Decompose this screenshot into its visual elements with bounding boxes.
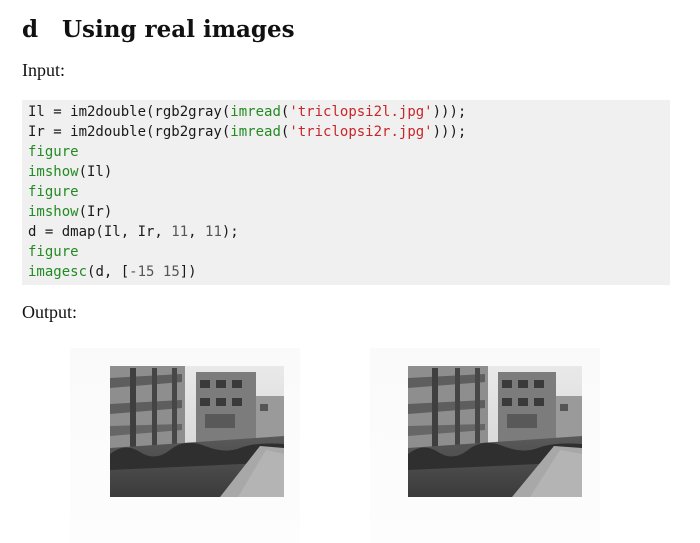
code-token: (d, [	[87, 264, 130, 280]
code-block: Il = im2double(rgb2gray(imread('triclops…	[22, 100, 670, 285]
code-token: ])	[179, 264, 197, 280]
code-token: ,	[188, 224, 206, 240]
code-line: d = dmap(Il, Ir, 11, 11);	[28, 222, 670, 242]
code-line: imagesc(d, [-15 15])	[28, 262, 670, 282]
code-token: figure	[28, 244, 79, 260]
output-figure-right	[370, 348, 600, 543]
code-token: 'triclopsi2r.jpg'	[289, 124, 433, 140]
code-token: imagesc	[28, 264, 88, 280]
code-token: Ir = im2double(rgb2gray(	[28, 124, 231, 140]
code-token: Il = im2double(rgb2gray(	[28, 104, 231, 120]
code-token: imshow	[28, 164, 79, 180]
section-number: d	[22, 16, 39, 43]
input-label: Input:	[22, 60, 65, 80]
code-token: )));	[432, 124, 467, 140]
code-token: );	[221, 224, 239, 240]
left-image-graphic	[110, 366, 284, 497]
code-line: Ir = im2double(rgb2gray(imread('triclops…	[28, 122, 670, 142]
code-line: figure	[28, 142, 670, 162]
code-line: Il = im2double(rgb2gray(imread('triclops…	[28, 102, 670, 122]
code-line: imshow(Ir)	[28, 202, 670, 222]
code-token: imread	[230, 124, 281, 140]
code-token: )));	[432, 104, 467, 120]
output-figure-left	[70, 348, 300, 543]
code-token: 11	[171, 224, 189, 240]
code-token: figure	[28, 144, 79, 160]
left-image	[110, 366, 284, 497]
section-title: Using real images	[62, 16, 295, 43]
code-token: 11	[205, 224, 222, 240]
code-token: -15 15	[129, 264, 180, 280]
code-line: figure	[28, 242, 670, 262]
code-token: imshow	[28, 204, 79, 220]
section-heading: d Using real images	[22, 16, 295, 43]
right-image-graphic	[408, 366, 582, 497]
code-token: d = dmap(Il, Ir,	[28, 224, 172, 240]
code-token: 'triclopsi2l.jpg'	[289, 104, 433, 120]
code-token: imread	[230, 104, 281, 120]
output-label: Output:	[22, 302, 78, 322]
code-line: figure	[28, 182, 670, 202]
code-token: figure	[28, 184, 79, 200]
right-image	[408, 366, 582, 497]
code-line: imshow(Il)	[28, 162, 670, 182]
code-token: (Ir)	[78, 204, 113, 220]
code-token: (Il)	[78, 164, 113, 180]
